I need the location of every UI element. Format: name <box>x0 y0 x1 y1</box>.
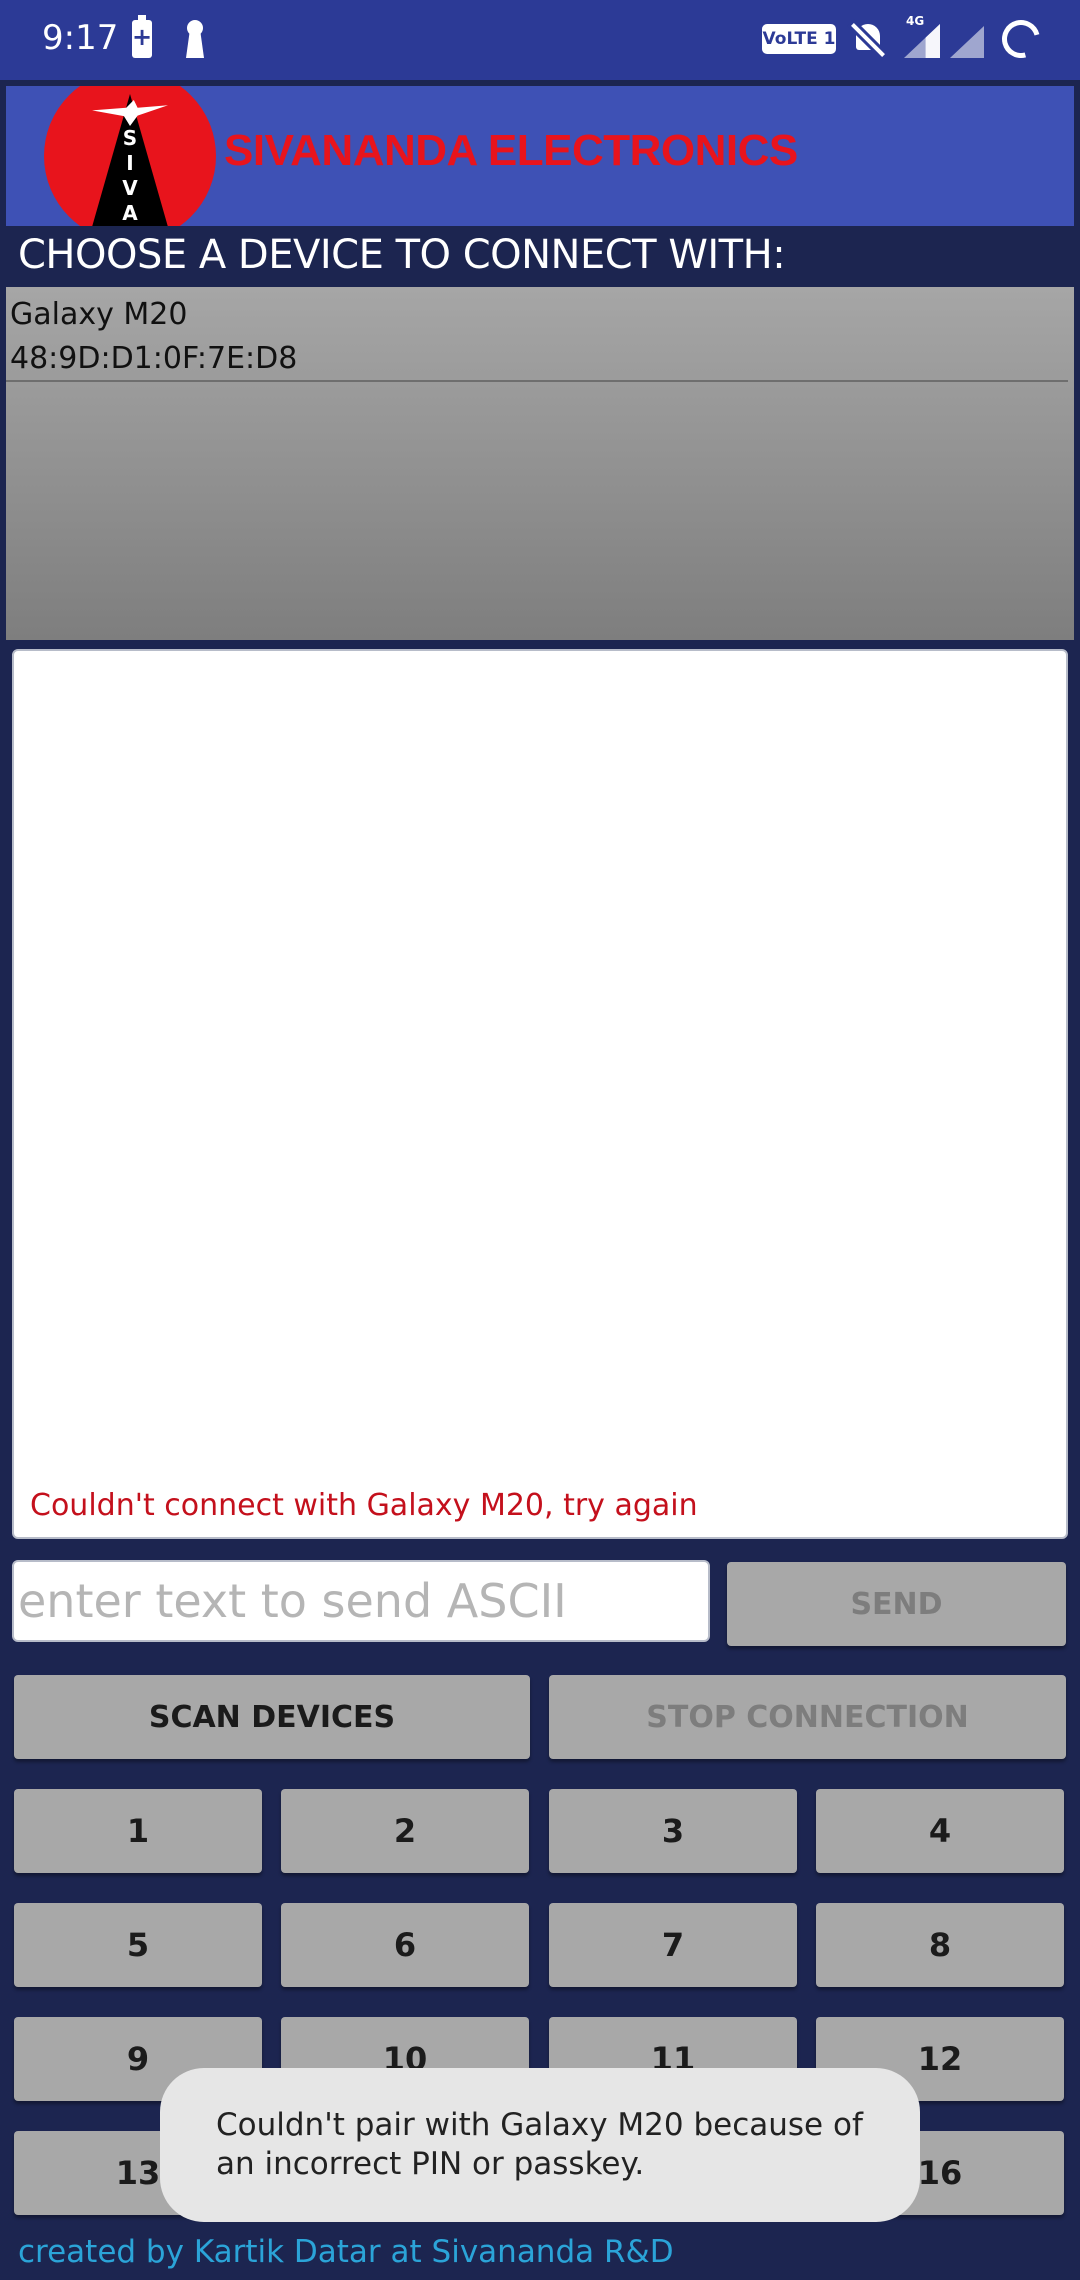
volte-icon: VoLTE 1 <box>762 24 836 54</box>
siva-logo: S I V A <box>44 86 216 226</box>
ascii-text-input[interactable] <box>12 1560 710 1642</box>
bell-off-icon <box>850 20 886 58</box>
loading-spinner-icon <box>995 13 1047 65</box>
logo-letter: S <box>122 126 138 150</box>
connection-error-message: Couldn't connect with Galaxy M20, try ag… <box>30 1488 698 1523</box>
device-name: Galaxy M20 <box>10 297 188 332</box>
app-title: SIVANANDA ELECTRONICS <box>224 126 798 175</box>
device-list-item[interactable]: Galaxy M20 48:9D:D1:0F:7E:D8 <box>6 287 1068 382</box>
logo-letter: V <box>122 176 138 200</box>
keypad-button-2[interactable]: 2 <box>281 1789 529 1873</box>
keypad-button-7[interactable]: 7 <box>549 1903 797 1987</box>
keypad-button-8[interactable]: 8 <box>816 1903 1064 1987</box>
logo-letter: A <box>122 201 138 225</box>
device-list[interactable]: Galaxy M20 48:9D:D1:0F:7E:D8 <box>6 287 1074 640</box>
keypad-button-4[interactable]: 4 <box>816 1789 1064 1873</box>
status-time: 9:17 <box>42 18 119 58</box>
app-header: S I V A SIVANANDA ELECTRONICS <box>6 86 1074 226</box>
keypad-button-3[interactable]: 3 <box>549 1789 797 1873</box>
stop-connection-button[interactable]: STOP CONNECTION <box>549 1675 1066 1759</box>
device-address: 48:9D:D1:0F:7E:D8 <box>10 341 298 376</box>
device-section-label: CHOOSE A DEVICE TO CONNECT WITH: <box>18 232 786 278</box>
send-button[interactable]: SEND <box>727 1562 1066 1646</box>
keypad-button-1[interactable]: 1 <box>14 1789 262 1873</box>
scan-devices-button[interactable]: SCAN DEVICES <box>14 1675 530 1759</box>
keyhole-icon <box>184 20 206 58</box>
toast-message: Couldn't pair with Galaxy M20 because of… <box>160 2068 920 2222</box>
battery-charging-icon <box>132 15 152 58</box>
network-type-label: 4G <box>906 14 925 28</box>
status-bar: 9:17 VoLTE 1 4G <box>0 0 1080 80</box>
signal-icon <box>950 20 986 58</box>
keypad-button-5[interactable]: 5 <box>14 1903 262 1987</box>
keypad-button-6[interactable]: 6 <box>281 1903 529 1987</box>
logo-letters: S I V A <box>118 126 142 226</box>
logo-letter: I <box>126 151 134 175</box>
log-area[interactable]: Couldn't connect with Galaxy M20, try ag… <box>12 649 1068 1539</box>
footer-credit: created by Kartik Datar at Sivananda R&D <box>18 2234 674 2270</box>
